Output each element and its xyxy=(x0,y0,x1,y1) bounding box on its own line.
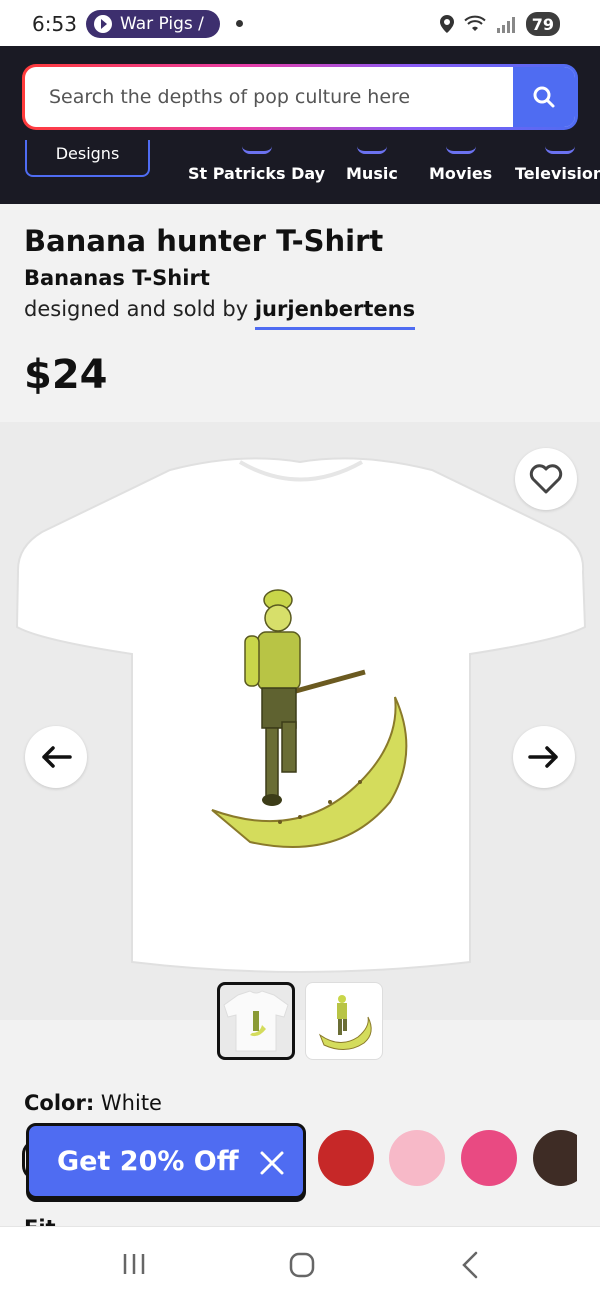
system-nav-bar xyxy=(0,1226,600,1300)
close-icon[interactable] xyxy=(259,1150,285,1176)
next-image-button[interactable] xyxy=(513,726,575,788)
swatch-brown[interactable] xyxy=(533,1130,577,1186)
back-icon[interactable] xyxy=(460,1251,480,1279)
previous-image-button[interactable] xyxy=(25,726,87,788)
heart-icon xyxy=(529,464,563,494)
promo-label: Get 20% Off xyxy=(57,1145,239,1177)
color-label: Color: White xyxy=(24,1091,162,1115)
notification-dot xyxy=(236,20,243,27)
product-info: Banana hunter T-Shirt Bananas T-Shirt de… xyxy=(0,204,600,422)
media-label: War Pigs / xyxy=(120,14,204,34)
favorite-button[interactable] xyxy=(515,448,577,510)
status-icons: 79 xyxy=(439,12,560,36)
product-title: Banana hunter T-Shirt xyxy=(24,224,384,258)
location-icon xyxy=(439,15,454,33)
product-price: $24 xyxy=(24,352,108,398)
tab-music[interactable]: Music xyxy=(346,151,398,183)
thumbnail-design[interactable] xyxy=(305,982,383,1060)
search-icon xyxy=(533,86,555,108)
color-label-key: Color: xyxy=(24,1091,95,1115)
home-icon[interactable] xyxy=(288,1251,316,1279)
search-bar xyxy=(22,64,578,130)
tab-movies[interactable]: Movies xyxy=(429,151,492,183)
tab-st-patricks-day[interactable]: St Patricks Day xyxy=(188,151,325,183)
recent-apps-icon[interactable] xyxy=(122,1251,146,1277)
wifi-icon xyxy=(464,15,486,31)
image-thumbnails xyxy=(0,982,600,1062)
battery-indicator: 79 xyxy=(525,12,560,36)
promo-discount-button[interactable]: Get 20% Off xyxy=(26,1123,306,1199)
product-subtitle: Bananas T-Shirt xyxy=(24,266,210,290)
play-icon xyxy=(94,15,112,33)
product-image-carousel xyxy=(0,422,600,1020)
designer-link[interactable]: jurjenbertens xyxy=(254,297,416,330)
media-notification[interactable]: War Pigs / xyxy=(86,10,220,38)
site-header: Designs St Patricks Day Music Movies Tel… xyxy=(0,46,600,204)
status-time: 6:53 xyxy=(32,12,77,36)
product-image xyxy=(15,457,587,973)
status-bar: 6:53 War Pigs / 79 xyxy=(0,0,600,46)
tab-television[interactable]: Television xyxy=(515,151,600,183)
arrow-right-icon xyxy=(528,746,558,768)
swatch-light-pink[interactable] xyxy=(389,1130,445,1186)
search-input[interactable] xyxy=(25,67,513,127)
category-tabs: St Patricks Day Music Movies Television xyxy=(0,151,600,194)
designer-prefix: designed and sold by xyxy=(24,297,249,321)
signal-icon xyxy=(496,17,515,33)
swatch-red[interactable] xyxy=(318,1130,374,1186)
color-label-value: White xyxy=(100,1091,162,1115)
designer-line: designed and sold by jurjenbertens xyxy=(24,297,416,330)
arrow-left-icon xyxy=(42,746,72,768)
search-button[interactable] xyxy=(513,67,575,127)
swatch-pink[interactable] xyxy=(461,1130,517,1186)
thumbnail-tshirt[interactable] xyxy=(217,982,295,1060)
